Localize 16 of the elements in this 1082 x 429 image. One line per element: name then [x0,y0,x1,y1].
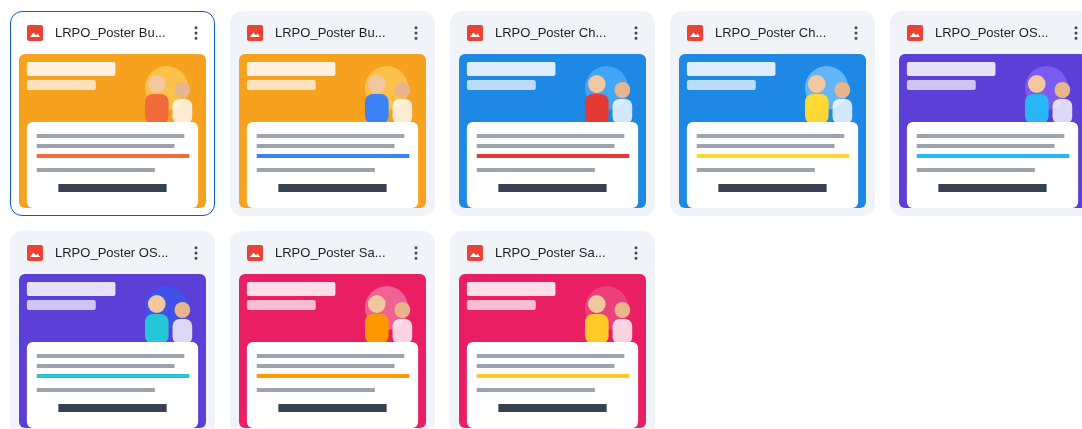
file-name: LRPO_Poster OS... [55,244,170,263]
file-card[interactable]: LRPO_Poster Sa... [230,231,435,429]
file-name: LRPO_Poster Bu... [275,24,387,43]
file-card[interactable]: LRPO_Poster Ch... [670,11,875,216]
file-card[interactable]: LRPO_Poster Bu... [230,11,435,216]
file-name: LRPO_Poster Sa... [495,244,607,263]
file-card[interactable]: LRPO_Poster Ch... [450,11,655,216]
file-name: LRPO_Poster OS... [935,24,1050,43]
file-name: LRPO_Poster Ch... [495,24,608,43]
file-name: LRPO_Poster Sa... [275,244,387,263]
file-card[interactable]: LRPO_Poster Bu... [10,11,215,216]
file-card[interactable]: LRPO_Poster OS... [10,231,215,429]
file-card[interactable]: LRPO_Poster Sa... [450,231,655,429]
file-card[interactable]: LRPO_Poster OS... [890,11,1082,216]
file-name: LRPO_Poster Ch... [715,24,828,43]
file-name: LRPO_Poster Bu... [55,24,167,43]
